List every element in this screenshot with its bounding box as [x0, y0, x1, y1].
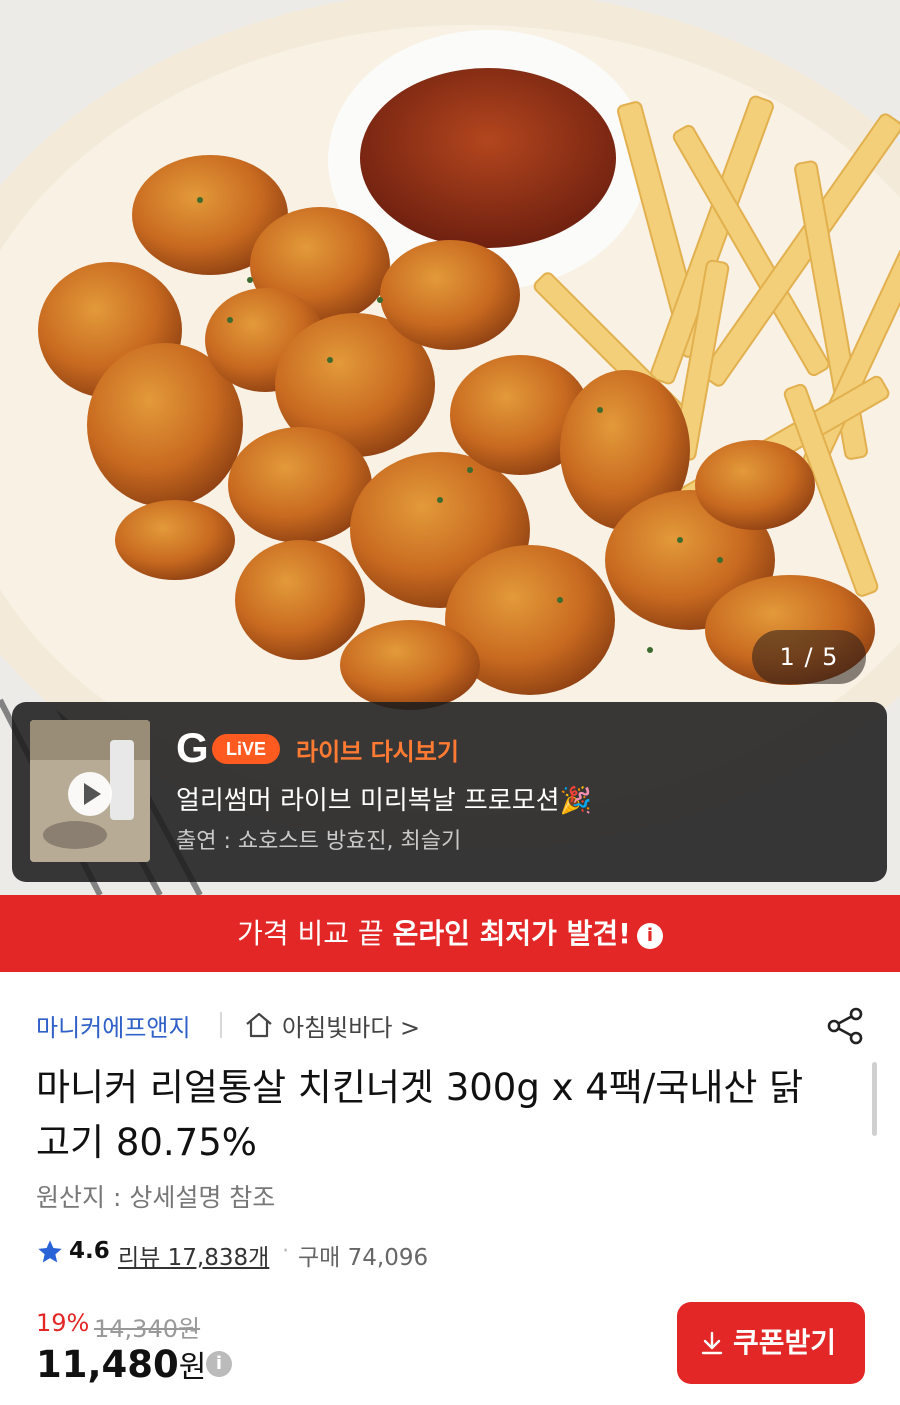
live-cast: 출연 : 쇼호스트 방효진, 최슬기 — [176, 829, 462, 854]
live-title[interactable]: 얼리썸머 라이브 미리복날 프로모션🎉 — [176, 780, 592, 817]
share-icon[interactable] — [826, 1006, 866, 1046]
store-home-icon — [246, 1012, 272, 1038]
banner-text-plain: 가격 비교 끝 — [237, 917, 393, 950]
star-icon — [38, 1240, 62, 1263]
live-badge: LiVE — [212, 734, 280, 764]
discount-rate: 19% — [36, 1309, 90, 1337]
download-icon — [701, 1331, 723, 1355]
coupon-button-label: 쿠폰받기 — [733, 1326, 837, 1359]
purchase-count: 구매 74,096 — [298, 1245, 429, 1271]
banner-info-icon[interactable]: i — [636, 923, 663, 949]
brand-link[interactable]: 마니커에프앤지 — [36, 1008, 191, 1043]
play-button-icon[interactable] — [68, 772, 112, 816]
live-replay-label[interactable]: 라이브 다시보기 — [296, 732, 459, 767]
sale-price: 11,480원 — [36, 1342, 206, 1386]
product-title: 마니커 리얼통살 치킨너겟 300g x 4팩/국내산 닭고기 80.75% — [36, 1066, 804, 1164]
live-thumbnail[interactable] — [30, 720, 150, 862]
g-logo-letter: G — [176, 724, 209, 771]
sale-price-unit: 원 — [178, 1350, 207, 1385]
image-page-counter: 1 / 5 — [752, 630, 866, 684]
lowest-price-banner[interactable]: 가격 비교 끝 온라인 최저가 발견! i — [0, 895, 900, 972]
price-info-icon[interactable]: i — [206, 1351, 232, 1377]
product-origin: 원산지 : 상세설명 참조 — [36, 1183, 276, 1212]
rating-value: 4.6 — [69, 1238, 110, 1264]
banner-text-bold: 온라인 최저가 발견! — [392, 917, 631, 950]
store-link[interactable]: 아침빛바다 > — [282, 1008, 420, 1043]
product-image[interactable]: 1 / 5 G LiVE 라이브 다시보기 얼리썸머 라이브 미리복날 프로모션… — [0, 0, 900, 895]
live-replay-card[interactable]: G LiVE 라이브 다시보기 얼리썸머 라이브 미리복날 프로모션🎉 출연 :… — [12, 702, 887, 882]
divider — [220, 1012, 222, 1038]
separator-dot: · — [282, 1238, 290, 1264]
scroll-indicator — [872, 1062, 877, 1136]
get-coupon-button[interactable]: 쿠폰받기 — [677, 1302, 865, 1384]
review-count-link[interactable]: 리뷰 17,838개 — [118, 1238, 269, 1272]
sale-price-value: 11,480 — [36, 1343, 179, 1386]
original-price: 14,340원 — [94, 1315, 201, 1343]
